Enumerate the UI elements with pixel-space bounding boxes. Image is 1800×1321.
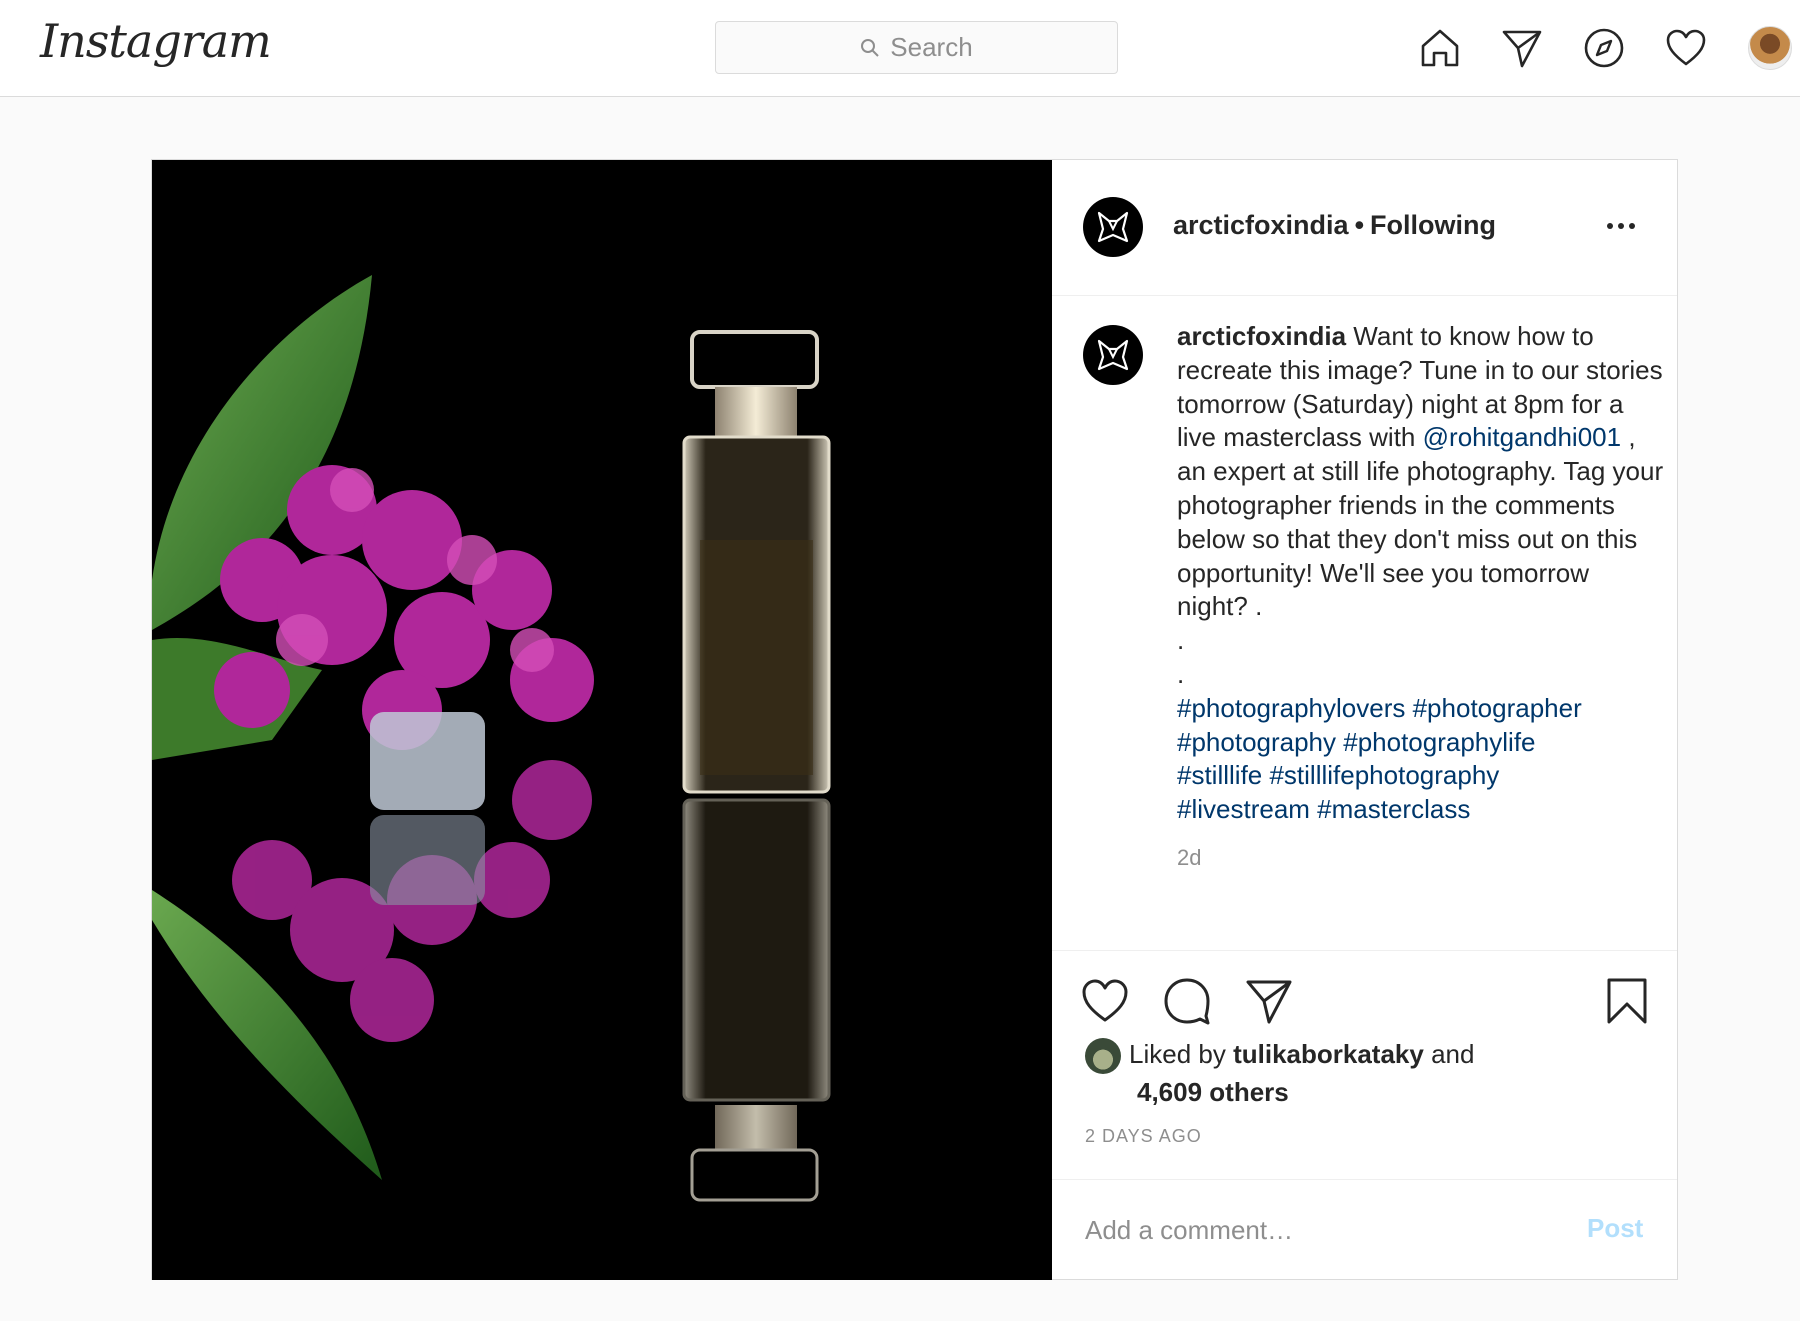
home-button[interactable] bbox=[1414, 22, 1466, 74]
caption-author-avatar[interactable] bbox=[1083, 325, 1143, 385]
likes-count[interactable]: 4,609 others bbox=[1085, 1074, 1474, 1111]
more-dot-icon bbox=[1607, 223, 1613, 229]
more-dot-icon bbox=[1629, 223, 1635, 229]
paper-plane-icon bbox=[1246, 980, 1292, 1024]
comment-button[interactable] bbox=[1162, 976, 1214, 1028]
like-button[interactable] bbox=[1080, 976, 1132, 1028]
heart-icon bbox=[1082, 979, 1128, 1022]
hashtag-line[interactable]: #photography #photographylife bbox=[1177, 726, 1667, 760]
profile-avatar[interactable] bbox=[1748, 26, 1792, 70]
post-header: arcticfoxindia • Following bbox=[1052, 160, 1677, 296]
explore-button[interactable] bbox=[1578, 22, 1630, 74]
liked-by-and: and bbox=[1431, 1039, 1475, 1069]
post-photo[interactable] bbox=[152, 160, 1052, 1280]
save-button[interactable] bbox=[1602, 976, 1654, 1028]
hashtag-line[interactable]: #photographylovers #photographer bbox=[1177, 692, 1667, 726]
hashtag-line[interactable]: #stilllife #stilllifephotography bbox=[1177, 759, 1667, 793]
search-icon bbox=[861, 38, 880, 57]
post-actions: Liked by tulikaborkataky and 4,609 other… bbox=[1052, 950, 1677, 1280]
separator-dot: • bbox=[1354, 210, 1365, 240]
caption-body: arcticfoxindia Want to know how to recre… bbox=[1177, 320, 1667, 624]
more-options-button[interactable] bbox=[1607, 216, 1647, 236]
paper-plane-icon bbox=[1502, 30, 1542, 68]
post-sidebar: arcticfoxindia • Following arcticfoxindia … bbox=[1052, 160, 1677, 1280]
hashtag-line[interactable]: #livestream #masterclass bbox=[1177, 793, 1667, 827]
fox-logo-icon bbox=[1097, 211, 1129, 243]
post-comment-button[interactable]: Post bbox=[1587, 1213, 1643, 1244]
comment-input[interactable] bbox=[1085, 1210, 1535, 1250]
fox-logo-icon bbox=[1097, 339, 1129, 371]
top-navigation-bar: Instagram Search bbox=[0, 0, 1800, 97]
bookmark-icon bbox=[1607, 978, 1647, 1024]
caption-username[interactable]: arcticfoxindia bbox=[1177, 321, 1346, 351]
post-date[interactable]: 2 DAYS AGO bbox=[1085, 1126, 1202, 1147]
post-author-line: arcticfoxindia • Following bbox=[1173, 210, 1496, 241]
perfume-still-life-image bbox=[152, 160, 1052, 1280]
following-button[interactable]: Following bbox=[1370, 210, 1496, 240]
liker-username[interactable]: tulikaborkataky bbox=[1233, 1039, 1424, 1069]
speech-bubble-icon bbox=[1164, 978, 1210, 1025]
liked-by-prefix: Liked by bbox=[1129, 1039, 1226, 1069]
caption-dot: . bbox=[1177, 625, 1185, 656]
search-placeholder: Search bbox=[890, 32, 973, 62]
share-button[interactable] bbox=[1244, 976, 1296, 1028]
post-caption: arcticfoxindia Want to know how to recre… bbox=[1177, 320, 1667, 875]
liker-avatar[interactable] bbox=[1085, 1038, 1121, 1075]
caption-timestamp[interactable]: 2d bbox=[1177, 841, 1667, 875]
caption-dot: . bbox=[1177, 658, 1185, 689]
direct-messages-button[interactable] bbox=[1496, 22, 1548, 74]
home-icon bbox=[1421, 29, 1459, 67]
mention-link[interactable]: @rohitgandhi001 bbox=[1423, 422, 1621, 452]
activity-button[interactable] bbox=[1660, 22, 1712, 74]
author-username[interactable]: arcticfoxindia bbox=[1173, 210, 1349, 240]
more-dot-icon bbox=[1618, 223, 1624, 229]
heart-icon bbox=[1666, 29, 1706, 66]
instagram-logo[interactable]: Instagram bbox=[40, 14, 272, 68]
compass-icon bbox=[1584, 28, 1624, 68]
author-avatar[interactable] bbox=[1083, 197, 1143, 257]
post-card: arcticfoxindia • Following arcticfoxindia … bbox=[151, 159, 1678, 1280]
comment-composer: Post bbox=[1052, 1179, 1677, 1281]
likes-summary: Liked by tulikaborkataky and 4,609 other… bbox=[1085, 1036, 1474, 1111]
search-box[interactable]: Search bbox=[715, 21, 1118, 74]
